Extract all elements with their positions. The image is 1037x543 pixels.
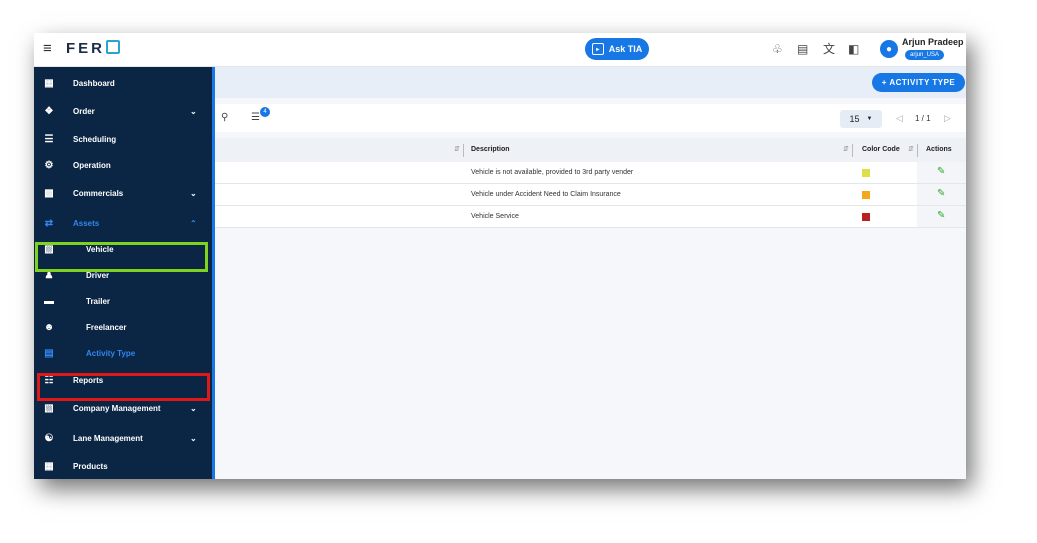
logo: FER <box>66 40 120 57</box>
sidebar-item-label: Order <box>73 106 95 116</box>
trailer-icon: ▬ <box>44 295 54 307</box>
assets-icon: ⇄ <box>44 217 54 229</box>
filter-icon[interactable]: ☰ <box>251 112 260 123</box>
translate-icon[interactable]: 文 <box>823 42 835 56</box>
column-header-description[interactable]: Description <box>471 146 510 153</box>
sort-icon[interactable]: ⇵ <box>908 145 914 153</box>
sidebar-item-label: Freelancer <box>86 322 127 332</box>
toolbar: ⚲ ☰ 4 15 ▼ ◁ 1 / 1 ▷ <box>215 104 966 132</box>
column-header-color-code[interactable]: Color Code <box>862 146 900 153</box>
sidebar-item-dashboard[interactable]: ▦ Dashboard <box>34 70 212 96</box>
table-row[interactable]: Vehicle is not available, provided to 3r… <box>215 162 966 184</box>
bell-icon[interactable]: ♧ <box>772 42 783 56</box>
sidebar-item-label: Company Management <box>73 403 161 413</box>
sidebar-item-label: Assets <box>73 218 100 228</box>
menu-icon[interactable]: ≡ <box>43 41 52 56</box>
ask-tia-button[interactable]: ▸ Ask TIA <box>585 38 649 60</box>
sidebar: ▦ Dashboard ❖ Order ⌄ ☰ Scheduling ⚙ Ope… <box>34 67 215 479</box>
actions-cell: ✎ <box>917 206 966 227</box>
highlight-box-green <box>35 242 208 272</box>
sidebar-item-label: Trailer <box>86 296 111 306</box>
description-cell: Vehicle under Accident Need to Claim Ins… <box>471 191 621 198</box>
calendar-icon: ▤ <box>44 347 54 359</box>
color-swatch <box>862 191 870 199</box>
app-window: ≡ FER ▸ Ask TIA ♧ ▤ 文 ◧ ● Arjun Pradeep … <box>34 33 966 479</box>
sidebar-item-label: Operation <box>73 160 111 170</box>
dashboard-icon: ▦ <box>44 77 54 89</box>
commercials-icon: ▩ <box>44 187 54 199</box>
edit-icon[interactable]: ✎ <box>937 166 945 177</box>
scheduling-icon: ☰ <box>44 133 54 145</box>
sidebar-item-label: Products <box>73 461 108 471</box>
sidebar-item-lane-management[interactable]: ☯ Lane Management ⌄ <box>34 425 212 451</box>
highlight-box-red <box>37 373 210 401</box>
sidebar-item-label: Scheduling <box>73 134 117 144</box>
actions-cell: ✎ <box>917 184 966 205</box>
next-page-icon[interactable]: ▷ <box>944 113 951 124</box>
sidebar-item-order[interactable]: ❖ Order ⌄ <box>34 98 212 124</box>
column-divider <box>917 144 918 157</box>
table-row[interactable]: Vehicle Service ✎ <box>215 206 966 228</box>
description-cell: Vehicle Service <box>471 213 519 220</box>
page-header-band: + ACTIVITY TYPE <box>215 67 966 98</box>
table-header: ⇵ Description ⇵ Color Code ⇵ Actions <box>215 138 966 162</box>
color-swatch <box>862 169 870 177</box>
order-icon: ❖ <box>44 105 54 117</box>
page-size-value: 15 <box>849 114 860 124</box>
filter-count-badge: 4 <box>260 107 270 117</box>
sidebar-item-label: Activity Type <box>86 348 136 358</box>
prev-page-icon[interactable]: ◁ <box>896 113 903 124</box>
chevron-down-icon: ⌄ <box>190 433 197 443</box>
chevron-down-icon: ⌄ <box>190 188 197 198</box>
description-cell: Vehicle is not available, provided to 3r… <box>471 169 634 176</box>
message-icon[interactable]: ▤ <box>797 42 808 56</box>
sidebar-item-scheduling[interactable]: ☰ Scheduling <box>34 126 212 152</box>
sidebar-item-label: Commercials <box>73 188 124 198</box>
chevron-up-icon: ⌃ <box>190 218 197 228</box>
add-activity-type-button[interactable]: + ACTIVITY TYPE <box>872 73 965 92</box>
user-badge: arjun_USA <box>905 50 945 60</box>
main-content: + ACTIVITY TYPE ⚲ ☰ 4 15 ▼ ◁ 1 / 1 ▷ ⇵ D… <box>215 67 966 479</box>
user-name[interactable]: Arjun Pradeep <box>902 37 964 47</box>
chevron-down-icon: ⌄ <box>190 403 197 413</box>
user-avatar[interactable]: ● <box>880 40 898 58</box>
chevron-down-icon: ⌄ <box>190 106 197 116</box>
operation-icon: ⚙ <box>44 159 54 171</box>
column-divider <box>852 144 853 157</box>
column-header-actions: Actions <box>926 146 952 153</box>
sort-icon[interactable]: ⇵ <box>454 145 460 153</box>
sidebar-item-products[interactable]: ▦ Products <box>34 453 212 479</box>
panel-icon[interactable]: ◧ <box>848 42 859 56</box>
table-row[interactable]: Vehicle under Accident Need to Claim Ins… <box>215 184 966 206</box>
page-size-select[interactable]: 15 ▼ <box>840 110 882 128</box>
column-divider <box>463 144 464 157</box>
edit-icon[interactable]: ✎ <box>937 210 945 221</box>
sidebar-item-label: Lane Management <box>73 433 143 443</box>
color-swatch <box>862 213 870 221</box>
products-icon: ▦ <box>44 460 54 472</box>
sort-icon[interactable]: ⇵ <box>843 145 849 153</box>
lane-icon: ☯ <box>44 432 54 444</box>
caret-down-icon: ▼ <box>866 116 873 122</box>
sidebar-item-commercials[interactable]: ▩ Commercials ⌄ <box>34 180 212 206</box>
chat-icon: ▸ <box>591 43 604 55</box>
ask-tia-label: Ask TIA <box>608 44 643 54</box>
building-icon: ▧ <box>44 402 54 414</box>
sidebar-item-label: Dashboard <box>73 78 115 88</box>
top-bar: ≡ FER ▸ Ask TIA ♧ ▤ 文 ◧ ● Arjun Pradeep … <box>34 33 966 67</box>
edit-icon[interactable]: ✎ <box>937 188 945 199</box>
sidebar-item-assets[interactable]: ⇄ Assets ⌃ <box>34 210 212 236</box>
actions-cell: ✎ <box>917 162 966 183</box>
sidebar-item-operation[interactable]: ⚙ Operation <box>34 152 212 178</box>
freelancer-icon: ☻ <box>43 321 55 333</box>
search-icon[interactable]: ⚲ <box>221 112 228 123</box>
sidebar-item-freelancer[interactable]: ☻ Freelancer <box>34 314 212 340</box>
sidebar-item-activity-type[interactable]: ▤ Activity Type <box>34 340 212 366</box>
page-info: 1 / 1 <box>915 114 931 123</box>
sidebar-item-trailer[interactable]: ▬ Trailer <box>34 288 212 314</box>
